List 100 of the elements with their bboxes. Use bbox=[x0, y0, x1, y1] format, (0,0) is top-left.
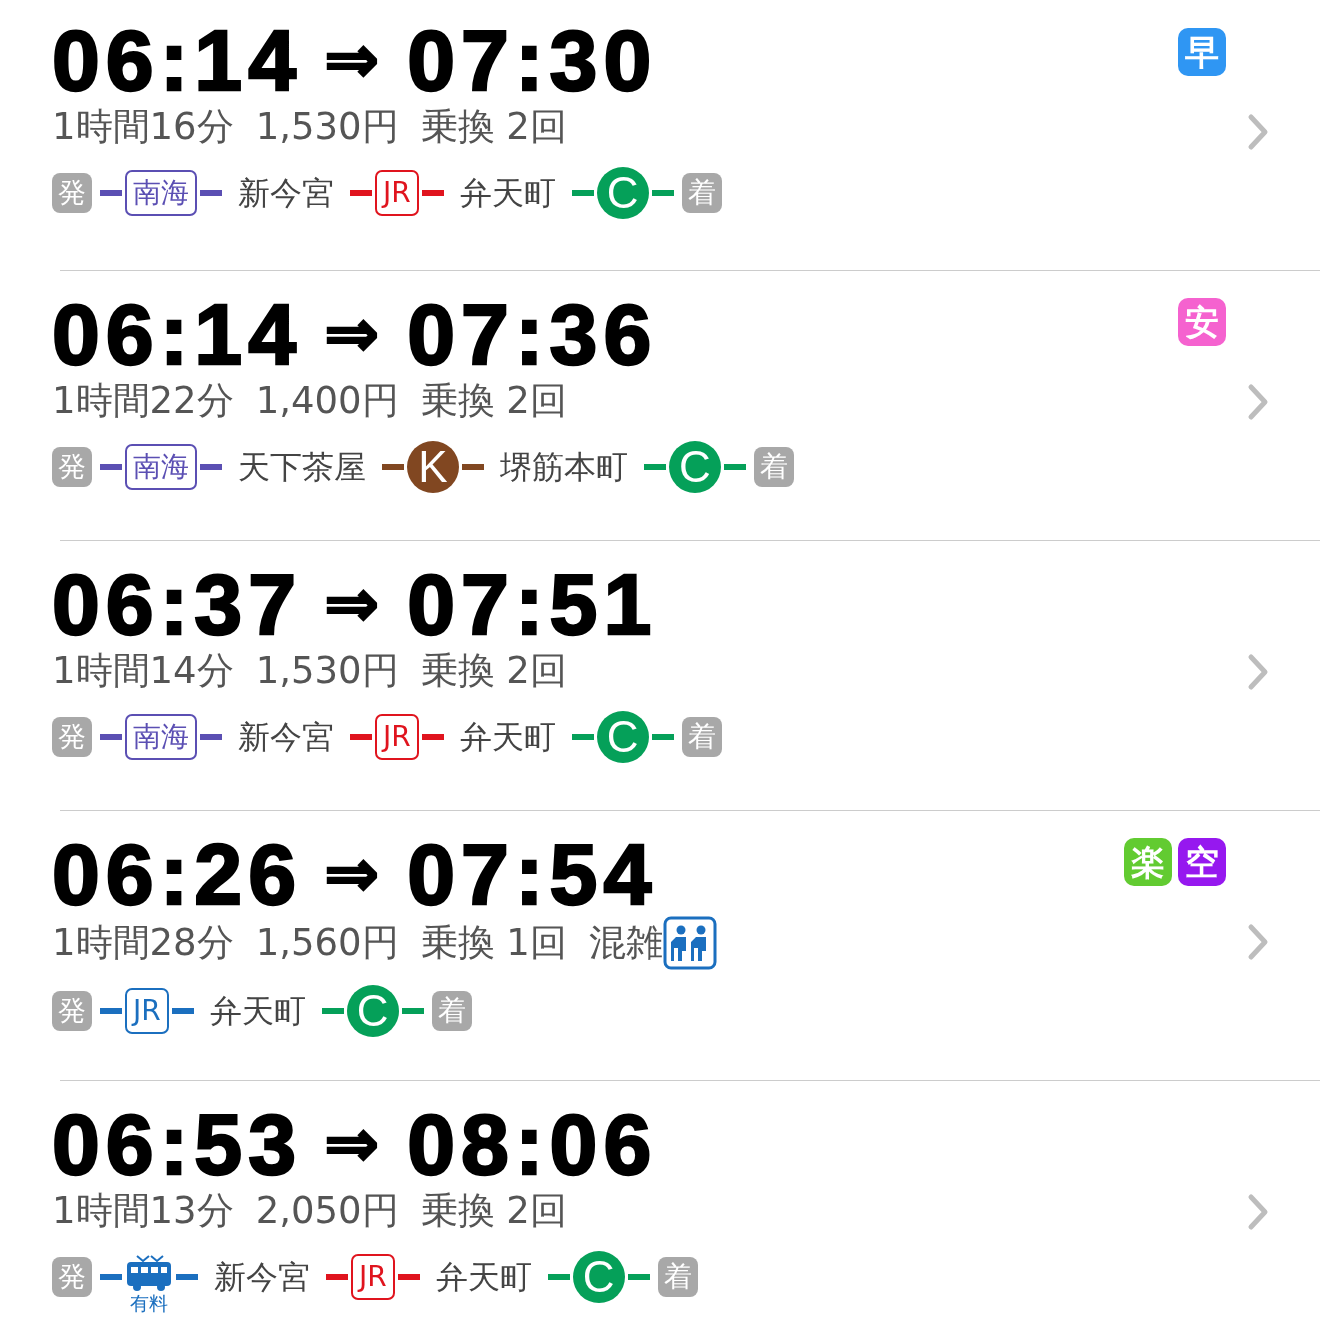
line-dash bbox=[100, 1274, 122, 1280]
arrival-tag: 着 bbox=[431, 991, 472, 1031]
station-name: 新今宮 bbox=[214, 1257, 310, 1298]
route-row[interactable]: 06:14 ⇒ 07:36 1時間22分 1,400円 乗換 2回 発 南海 天下茶屋 K 堺筋本町 C 着 安 bbox=[0, 270, 1320, 540]
line-badge: JR bbox=[375, 714, 419, 760]
arrival-tag: 着 bbox=[681, 717, 722, 757]
tag-badge: 早 bbox=[1178, 28, 1226, 76]
transfers-text: 乗換 1回 bbox=[420, 920, 567, 966]
congestion-text: 混雑 bbox=[588, 920, 663, 966]
line-dash bbox=[651, 190, 674, 196]
line-badge: 南海 bbox=[125, 714, 197, 760]
depart-time: 06:53 bbox=[52, 1098, 302, 1190]
line-dash bbox=[200, 190, 222, 196]
departure-tag: 発 bbox=[52, 173, 92, 213]
arrive-time: 07:54 bbox=[407, 828, 658, 920]
duration-text: 1時間13分 bbox=[52, 1188, 234, 1234]
fare-text: 2,050円 bbox=[255, 1188, 399, 1234]
line-dash bbox=[627, 1274, 650, 1280]
station-name: 弁天町 bbox=[459, 173, 556, 214]
line-badge: C bbox=[596, 711, 649, 763]
fare-text: 1,560円 bbox=[255, 920, 399, 966]
depart-time: 06:37 bbox=[52, 558, 302, 650]
line-dash bbox=[321, 1008, 344, 1014]
line-dash bbox=[547, 1274, 570, 1280]
transfers-text: 乗換 2回 bbox=[420, 378, 567, 424]
chevron-right-icon bbox=[1246, 1192, 1270, 1232]
fare-text: 1,530円 bbox=[255, 104, 399, 150]
duration-text: 1時間28分 bbox=[52, 920, 234, 966]
fare-text: 1,530円 bbox=[255, 648, 399, 694]
arrow-icon: ⇒ bbox=[323, 558, 386, 650]
fare-text: 1,400円 bbox=[255, 378, 399, 424]
station-name: 弁天町 bbox=[209, 991, 306, 1032]
line-badge: JR bbox=[351, 1254, 395, 1300]
arrow-icon: ⇒ bbox=[323, 1098, 386, 1190]
departure-tag: 発 bbox=[52, 1257, 92, 1297]
station-name: 新今宮 bbox=[238, 717, 334, 758]
line-badge: K bbox=[407, 441, 459, 493]
arrival-tag: 着 bbox=[681, 173, 722, 213]
line-dash bbox=[462, 464, 484, 470]
line-badge: C bbox=[596, 167, 649, 219]
line-dash bbox=[100, 464, 122, 470]
arrival-tag: 着 bbox=[657, 1257, 698, 1297]
route-row[interactable]: 06:53 ⇒ 08:06 1時間13分 2,050円 乗換 2回 発 有料 新今宮 JR 弁天町 C 着 bbox=[0, 1080, 1320, 1336]
duration-text: 1時間22分 bbox=[52, 378, 234, 424]
line-badge: C bbox=[572, 1251, 625, 1303]
arrow-icon: ⇒ bbox=[323, 288, 386, 380]
route-row[interactable]: 06:37 ⇒ 07:51 1時間14分 1,530円 乗換 2回 発 南海 新今宮 JR 弁天町 C 着 bbox=[0, 540, 1320, 810]
train-icon bbox=[125, 1255, 173, 1293]
tag-badge: 楽 bbox=[1124, 838, 1172, 886]
station-name: 堺筋本町 bbox=[500, 447, 628, 488]
line-dash bbox=[644, 464, 666, 470]
route-row[interactable]: 06:14 ⇒ 07:30 1時間16分 1,530円 乗換 2回 発 南海 新今宮 JR 弁天町 C 着 早 bbox=[0, 0, 1320, 270]
line-dash bbox=[176, 1274, 198, 1280]
line-dash bbox=[326, 1274, 348, 1280]
arrive-time: 07:30 bbox=[407, 14, 658, 106]
station-name: 弁天町 bbox=[435, 1257, 532, 1298]
arrive-time: 08:06 bbox=[407, 1098, 658, 1190]
line-dash bbox=[382, 464, 404, 470]
line-dash bbox=[171, 1008, 194, 1014]
depart-time: 06:26 bbox=[52, 828, 302, 920]
station-name: 弁天町 bbox=[459, 717, 556, 758]
station-name: 天下茶屋 bbox=[238, 447, 366, 488]
transfers-text: 乗換 2回 bbox=[420, 1188, 567, 1234]
line-dash bbox=[100, 1008, 122, 1014]
arrow-icon: ⇒ bbox=[323, 14, 386, 106]
tag-badge: 空 bbox=[1178, 838, 1226, 886]
duration-text: 1時間16分 bbox=[52, 104, 234, 150]
line-dash bbox=[571, 190, 594, 196]
line-dash bbox=[350, 190, 372, 196]
line-dash bbox=[100, 734, 122, 740]
duration-text: 1時間14分 bbox=[52, 648, 234, 694]
line-dash bbox=[571, 734, 594, 740]
line-dash bbox=[200, 734, 222, 740]
departure-tag: 発 bbox=[52, 991, 92, 1031]
line-dash bbox=[397, 1274, 420, 1280]
line-dash bbox=[421, 734, 444, 740]
chevron-right-icon bbox=[1246, 382, 1270, 422]
line-badge: JR bbox=[125, 988, 169, 1034]
arrival-tag: 着 bbox=[754, 447, 794, 487]
transfers-text: 乗換 2回 bbox=[420, 648, 567, 694]
line-dash bbox=[421, 190, 444, 196]
line-dash bbox=[651, 734, 674, 740]
line-badge: 南海 bbox=[125, 444, 197, 490]
seated-people-icon bbox=[662, 916, 717, 970]
line-dash bbox=[401, 1008, 424, 1014]
line-badge: 南海 bbox=[125, 170, 197, 216]
transfers-text: 乗換 2回 bbox=[420, 104, 567, 150]
route-row[interactable]: 06:26 ⇒ 07:54 1時間28分 1,560円 乗換 1回 混雑 発 JR 弁天町 C 着 楽 空 bbox=[0, 810, 1320, 1080]
chevron-right-icon bbox=[1246, 112, 1270, 152]
depart-time: 06:14 bbox=[52, 288, 302, 380]
line-dash bbox=[724, 464, 746, 470]
line-dash bbox=[100, 190, 122, 196]
station-name: 新今宮 bbox=[238, 173, 334, 214]
line-badge: C bbox=[346, 985, 399, 1037]
chevron-right-icon bbox=[1246, 652, 1270, 692]
line-dash bbox=[200, 464, 222, 470]
departure-tag: 発 bbox=[52, 717, 92, 757]
tag-badge: 安 bbox=[1178, 298, 1226, 346]
line-badge: JR bbox=[375, 170, 419, 216]
arrow-icon: ⇒ bbox=[323, 828, 386, 920]
